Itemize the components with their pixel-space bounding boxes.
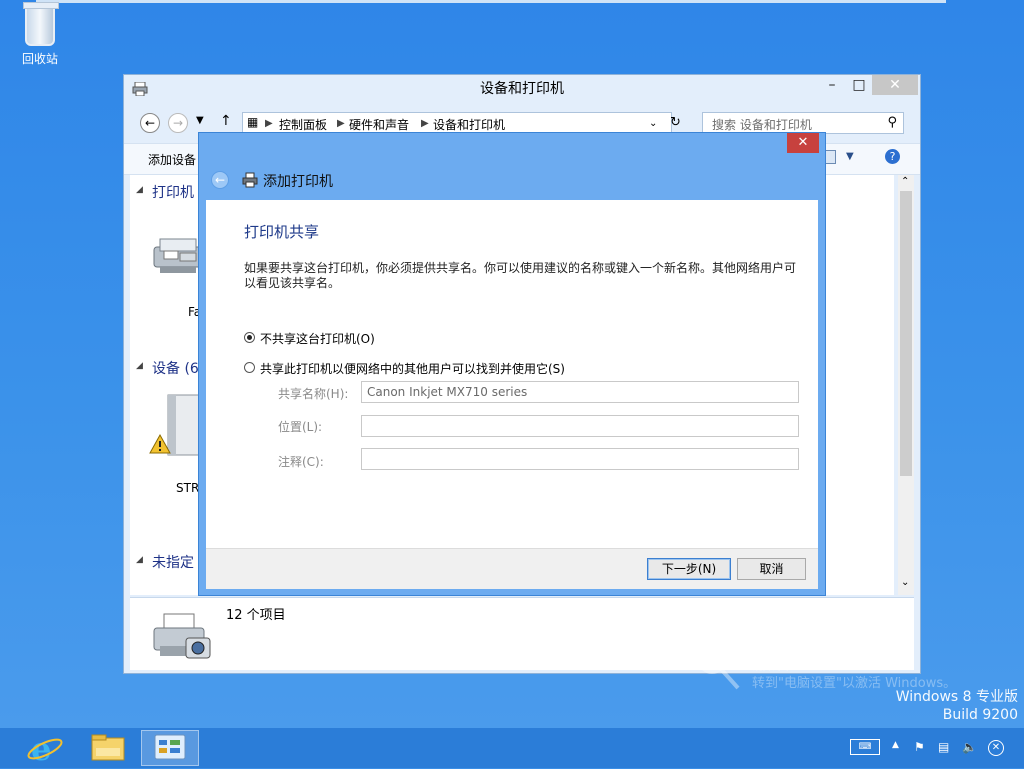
printer-icon <box>242 172 258 188</box>
collapse-devices-icon[interactable]: ◢ <box>136 361 143 371</box>
refresh-icon[interactable]: ↻ <box>670 115 681 130</box>
location-label: 位置(L): <box>278 420 323 434</box>
recent-locations-chevron-icon[interactable]: ▼ <box>196 115 204 126</box>
comment-field[interactable] <box>361 448 799 470</box>
sharing-heading: 打印机共享 <box>244 223 320 241</box>
breadcrumb-devices-printers[interactable]: 设备和打印机 <box>433 116 505 133</box>
help-icon[interactable]: ? <box>885 149 900 164</box>
taskbar-file-explorer[interactable] <box>82 730 134 766</box>
volume-icon[interactable]: 🔈 <box>962 740 977 756</box>
back-arrow-icon[interactable]: ← <box>140 113 160 133</box>
sharing-description: 如果要共享这台打印机，你必须提供共享名。你可以使用建议的名称或键入一个新名称。其… <box>244 261 797 290</box>
minimize-button[interactable]: – <box>818 75 846 95</box>
collapse-unspecified-icon[interactable]: ◢ <box>136 555 143 565</box>
breadcrumb-control-panel[interactable]: 控制面板 <box>279 116 327 133</box>
breadcrumb-separator-icon: ▶ <box>421 118 429 129</box>
view-dropdown-chevron-icon[interactable]: ▼ <box>846 151 854 162</box>
show-hidden-icons-chevron-icon[interactable]: ▲ <box>892 740 899 756</box>
breadcrumb-hardware-sound[interactable]: 硬件和声音 <box>349 116 409 133</box>
share-radio[interactable] <box>244 362 255 373</box>
address-bar[interactable]: ▦ ▶ 控制面板 ▶ 硬件和声音 ▶ 设备和打印机 ⌄ <box>242 112 672 134</box>
maximize-button[interactable]: □ <box>845 75 873 95</box>
address-dropdown-chevron-icon[interactable]: ⌄ <box>649 118 657 129</box>
no-share-label[interactable]: 不共享这台打印机(O) <box>260 330 375 347</box>
storage-device-icon[interactable] <box>148 393 204 463</box>
touch-keyboard-icon[interactable]: ⌨ <box>850 739 880 755</box>
share-option[interactable]: 共享此打印机以便网络中的其他用户可以找到并使用它(S) <box>244 360 644 376</box>
key-watermark-icon <box>698 646 740 690</box>
taskbar-control-panel[interactable] <box>141 730 199 766</box>
search-placeholder: 搜索 设备和打印机 <box>712 118 812 132</box>
recycle-bin-label: 回收站 <box>21 52 58 66</box>
os-build: Build 9200 <box>942 707 1018 723</box>
window-title: 设备和打印机 <box>480 81 564 97</box>
breadcrumb-separator-icon: ▶ <box>265 118 273 129</box>
add-device-button[interactable]: 添加设备 <box>148 151 196 168</box>
dialog-back-arrow-icon[interactable]: ← <box>211 171 229 189</box>
action-center-flag-icon[interactable]: ⚑ <box>914 740 925 756</box>
cancel-button[interactable]: 取消 <box>737 558 806 580</box>
search-icon[interactable]: ⚲ <box>887 115 897 130</box>
no-share-option[interactable]: 不共享这台打印机(O) <box>244 330 544 346</box>
forward-arrow-icon[interactable]: → <box>168 113 188 133</box>
breadcrumb-separator-icon: ▶ <box>337 118 345 129</box>
folder-icon <box>91 734 125 761</box>
item-count: 12 个项目 <box>226 608 286 623</box>
share-name-field[interactable]: Canon Inkjet MX710 series <box>361 381 799 403</box>
dialog-title: 添加打印机 <box>263 174 333 190</box>
window-close-button[interactable]: ✕ <box>872 75 918 95</box>
top-window-edge <box>36 0 946 3</box>
vertical-scrollbar[interactable]: ⌃ ⌄ <box>898 175 914 595</box>
activate-windows-title: 激活 Windows <box>752 652 881 674</box>
share-name-value: Canon Inkjet MX710 series <box>367 385 528 399</box>
network-icon[interactable]: ▤ <box>938 740 949 756</box>
no-share-radio[interactable] <box>244 332 255 343</box>
devices-printers-large-icon <box>153 613 211 659</box>
group-unspecified[interactable]: 未指定 <box>152 552 194 572</box>
group-printers[interactable]: 打印机 <box>152 182 194 202</box>
group-devices[interactable]: 设备 (6 <box>152 358 199 378</box>
taskbar: e ⌨ ▲ ⚑ ▤ 🔈 ✕ <box>0 728 1024 768</box>
os-edition: Windows 8 专业版 <box>895 689 1018 705</box>
dialog-close-button[interactable]: ✕ <box>787 133 819 153</box>
scroll-up-chevron-icon[interactable]: ⌃ <box>901 176 909 187</box>
taskbar-internet-explorer[interactable]: e <box>18 730 70 768</box>
dialog-footer: 下一步(N) 取消 <box>206 548 818 589</box>
location-field[interactable] <box>361 415 799 437</box>
add-printer-dialog: ✕ ← 添加打印机 打印机共享 如果要共享这台打印机，你必须提供共享名。你可以使… <box>198 132 826 596</box>
internet-explorer-icon: e <box>27 730 63 768</box>
scroll-down-chevron-icon[interactable]: ⌄ <box>901 577 909 588</box>
search-input[interactable]: 搜索 设备和打印机 ⚲ <box>702 112 904 134</box>
power-cancel-icon[interactable]: ✕ <box>988 740 1004 756</box>
dialog-body: 打印机共享 如果要共享这台打印机，你必须提供共享名。你可以使用建议的名称或键入一… <box>206 200 818 548</box>
collapse-printers-icon[interactable]: ◢ <box>136 185 143 195</box>
share-name-label: 共享名称(H): <box>278 387 349 401</box>
control-panel-icon <box>154 734 186 760</box>
recycle-bin-icon <box>23 2 59 46</box>
storage-label[interactable]: STR <box>176 481 199 495</box>
comment-label: 注释(C): <box>278 455 324 469</box>
recycle-bin-shortcut[interactable]: 回收站 <box>14 2 66 67</box>
share-label[interactable]: 共享此打印机以便网络中的其他用户可以找到并使用它(S) <box>260 360 565 377</box>
scrollbar-thumb[interactable] <box>900 191 912 476</box>
up-arrow-icon[interactable]: ↑ <box>220 113 232 129</box>
next-button[interactable]: 下一步(N) <box>647 558 731 580</box>
address-printer-icon: ▦ <box>247 115 259 129</box>
